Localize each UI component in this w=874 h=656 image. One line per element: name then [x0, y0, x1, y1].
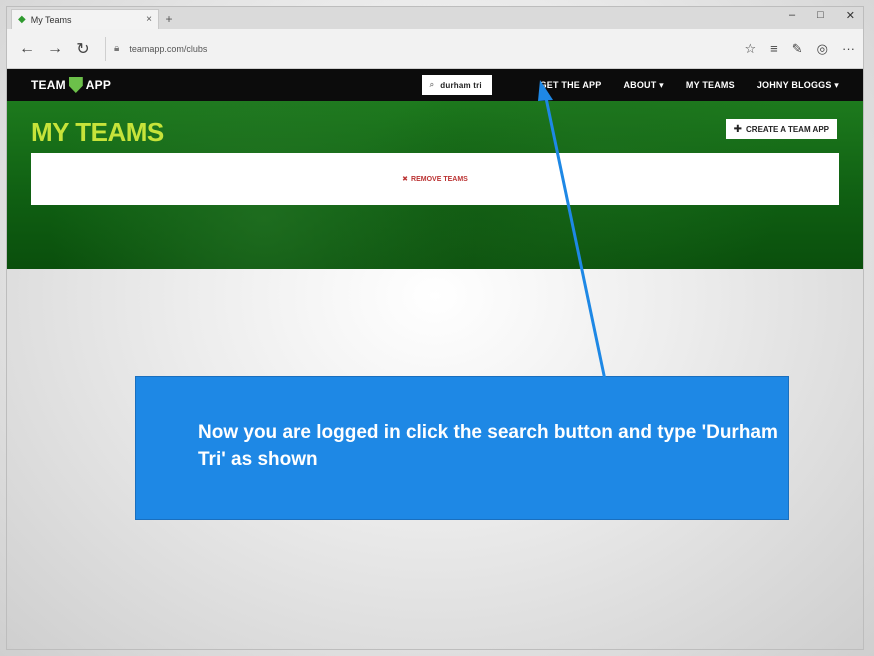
tab-close-icon[interactable]: × — [146, 14, 152, 25]
remove-teams-link[interactable]: REMOVE TEAMS — [411, 176, 468, 183]
url-field[interactable]: 🔒︎ teamapp.com/clubs — [105, 36, 745, 61]
share-icon[interactable]: ◎ — [817, 41, 828, 57]
browser-tab[interactable]: ◆ My Teams × — [11, 9, 159, 29]
new-tab-button[interactable]: + — [159, 9, 179, 29]
tab-title: My Teams — [30, 14, 72, 25]
search-input[interactable]: ⌕ durham tri — [421, 75, 492, 95]
favorite-star-icon[interactable]: ☆ — [745, 41, 757, 57]
screenshot-frame: ◆ My Teams × + – □ ✕ ← → ↻ 🔒︎ teamapp.co… — [6, 6, 864, 650]
nav-get-the-app[interactable]: GET THE APP — [540, 80, 602, 90]
plus-icon: ✚ — [733, 123, 743, 135]
teamapp-favicon-icon: ◆ — [18, 14, 26, 25]
browser-tabstrip: ◆ My Teams × + – □ ✕ — [7, 7, 863, 29]
window-controls: – □ ✕ — [789, 9, 855, 22]
teams-panel: ✖ REMOVE TEAMS — [31, 153, 839, 205]
minimize-button[interactable]: – — [789, 9, 795, 22]
shield-logo-icon — [68, 77, 83, 93]
url-text: teamapp.com/clubs — [129, 43, 208, 54]
create-team-app-label: CREATE A TEAM APP — [746, 124, 829, 134]
create-team-app-button[interactable]: ✚ CREATE A TEAM APP — [725, 119, 837, 139]
callout-text: Now you are logged in click the search b… — [198, 422, 778, 470]
teamapp-site: TEAM APP ⌕ durham tri GET THE APP ABOUT … — [7, 69, 863, 269]
site-navbar: TEAM APP ⌕ durham tri GET THE APP ABOUT … — [7, 69, 863, 101]
logo-text-team: TEAM — [31, 78, 66, 92]
nav-about[interactable]: ABOUT ▾ — [623, 80, 663, 91]
browser-toolbar: ☆ ≡ ✎ ◎ ··· — [745, 41, 856, 57]
lock-icon: 🔒︎ — [114, 43, 120, 54]
page-title: MY TEAMS — [31, 117, 164, 147]
nav-my-teams[interactable]: MY TEAMS — [686, 80, 735, 90]
remove-icon: ✖ — [402, 176, 409, 183]
more-icon[interactable]: ··· — [842, 41, 855, 56]
browser-address-bar: ← → ↻ 🔒︎ teamapp.com/clubs ☆ ≡ ✎ ◎ ··· — [7, 29, 863, 69]
hub-icon[interactable]: ≡ — [770, 41, 778, 56]
web-note-icon[interactable]: ✎ — [792, 41, 803, 57]
close-window-button[interactable]: ✕ — [846, 9, 855, 22]
hero-banner: MY TEAMS ✚ CREATE A TEAM APP ✖ REMOVE TE… — [7, 101, 863, 269]
refresh-button[interactable]: ↻ — [71, 37, 95, 61]
nav-user-menu[interactable]: JOHNY BLOGGS ▾ — [757, 80, 839, 91]
search-value: durham tri — [440, 80, 482, 90]
search-icon: ⌕ — [429, 80, 435, 89]
instruction-callout: Now you are logged in click the search b… — [135, 376, 789, 520]
logo-text-app: APP — [85, 78, 112, 92]
forward-button[interactable]: → — [43, 37, 67, 61]
maximize-button[interactable]: □ — [817, 9, 824, 22]
teamapp-logo[interactable]: TEAM APP — [31, 77, 111, 93]
back-button[interactable]: ← — [15, 37, 39, 61]
